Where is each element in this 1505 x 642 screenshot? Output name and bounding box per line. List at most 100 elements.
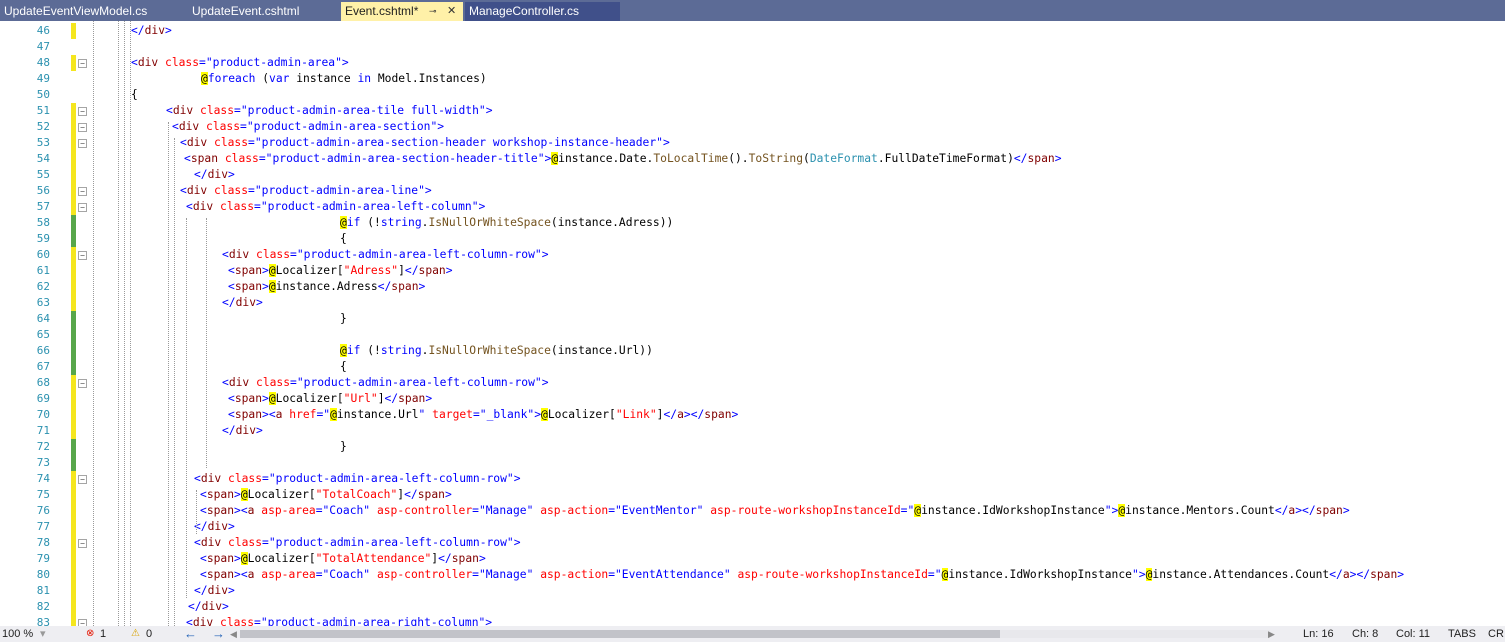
tab-updateevent[interactable]: UpdateEvent.cshtml	[188, 2, 338, 21]
code-line[interactable]: 48 − <div class="product-admin-area">	[0, 55, 1505, 71]
code-text[interactable]: {	[340, 231, 347, 247]
collapse-icon[interactable]: −	[78, 59, 87, 68]
scroll-left-icon[interactable]: ◀	[230, 626, 237, 642]
code-line[interactable]: 54 <span class="product-admin-area-sectio…	[0, 151, 1505, 167]
collapse-icon[interactable]: −	[78, 475, 87, 484]
code-line[interactable]: 72}	[0, 439, 1505, 455]
line-ending-indicator[interactable]: CR	[1488, 626, 1504, 642]
code-line[interactable]: 71 </div>	[0, 423, 1505, 439]
code-line[interactable]: 59 {	[0, 231, 1505, 247]
code-line[interactable]: 60 − <div class="product-admin-area-left-c…	[0, 247, 1505, 263]
code-editor[interactable]: 46 </div> 47 48− <div class="product-admin-a…	[0, 21, 1505, 626]
code-text[interactable]: </div>	[131, 23, 172, 39]
scroll-right-icon[interactable]: ▶	[1268, 626, 1275, 642]
code-line[interactable]: 55 </div>	[0, 167, 1505, 183]
code-line[interactable]: 74 − <div class="product-admin-area-left-c…	[0, 471, 1505, 487]
tabs-indicator[interactable]: TABS	[1448, 626, 1476, 642]
code-line[interactable]: 82 </div>	[0, 599, 1505, 615]
code-text[interactable]: <div class="product-admin-area-section-h…	[180, 135, 670, 151]
code-line[interactable]: 75 <span>@Localizer["TotalCoach"]</span>	[0, 487, 1505, 503]
zoom-dropdown-icon[interactable]: ▾	[40, 626, 46, 642]
collapse-icon[interactable]: −	[78, 539, 87, 548]
error-icon[interactable]: ⊗	[86, 626, 94, 642]
code-line[interactable]: 81 </div>	[0, 583, 1505, 599]
code-text[interactable]: </div>	[188, 599, 229, 615]
horizontal-scrollbar-thumb[interactable]	[240, 630, 1000, 638]
code-text[interactable]: </div>	[194, 583, 235, 599]
code-line[interactable]: 49 @foreach (var instance in Model.Instan…	[0, 71, 1505, 87]
code-line[interactable]: 67 {	[0, 359, 1505, 375]
navigate-forward-icon[interactable]: →	[212, 626, 225, 642]
code-text[interactable]: @if (!string.IsNullOrWhiteSpace(instance…	[340, 343, 653, 359]
code-text[interactable]: <span>@Localizer["TotalAttendance"]</spa…	[200, 551, 486, 567]
code-text[interactable]: @if (!string.IsNullOrWhiteSpace(instance…	[340, 215, 673, 231]
warning-count[interactable]: 0	[146, 626, 152, 642]
code-line[interactable]: 83 − <div class="product-admin-area-right-…	[0, 615, 1505, 626]
collapse-icon[interactable]: −	[78, 619, 87, 626]
code-line[interactable]: 53 − <div class="product-admin-area-sectio…	[0, 135, 1505, 151]
code-text[interactable]: {	[340, 359, 347, 375]
collapse-icon[interactable]: −	[78, 107, 87, 116]
code-text[interactable]: <span><a asp-area="Coach" asp-controller…	[200, 567, 1404, 583]
code-line[interactable]: 57 − <div class="product-admin-area-left-c…	[0, 199, 1505, 215]
collapse-icon[interactable]: −	[78, 379, 87, 388]
tab-managecontroller[interactable]: ManageController.cs	[465, 2, 620, 21]
collapse-icon[interactable]: −	[78, 251, 87, 260]
code-line[interactable]: 58 @if (!string.IsNullOrWhiteSpace(instan…	[0, 215, 1505, 231]
code-line[interactable]: 70 <span><a href="@instance.Url" target="…	[0, 407, 1505, 423]
code-line[interactable]: 52 − <div class="product-admin-area-sectio…	[0, 119, 1505, 135]
code-text[interactable]: {	[131, 87, 138, 103]
code-line[interactable]: 63 </div>	[0, 295, 1505, 311]
code-line[interactable]: 73	[0, 455, 1505, 471]
code-line[interactable]: 79 <span>@Localizer["TotalAttendance"]</s…	[0, 551, 1505, 567]
tab-event-cshtml[interactable]: Event.cshtml* ⊸ ✕	[341, 2, 463, 21]
error-count[interactable]: 1	[100, 626, 106, 642]
code-text[interactable]: <div class="product-admin-area-left-colu…	[186, 199, 485, 215]
code-line[interactable]: 51 − <div class="product-admin-area-tile f…	[0, 103, 1505, 119]
code-line[interactable]: 77 </div>	[0, 519, 1505, 535]
collapse-icon[interactable]: −	[78, 123, 87, 132]
code-line[interactable]: 50 {	[0, 87, 1505, 103]
code-text[interactable]: }	[340, 311, 347, 327]
code-text[interactable]: <div class="product-admin-area-left-colu…	[194, 535, 521, 551]
code-text[interactable]: </div>	[194, 519, 235, 535]
code-line[interactable]: 68 − <div class="product-admin-area-left-c…	[0, 375, 1505, 391]
code-line[interactable]: 64}	[0, 311, 1505, 327]
code-text[interactable]: <span>@Localizer["TotalCoach"]</span>	[200, 487, 452, 503]
code-text[interactable]: <span>@Localizer["Url"]</span>	[228, 391, 432, 407]
pin-icon[interactable]: ⊸	[429, 2, 437, 21]
code-line[interactable]: 78 − <div class="product-admin-area-left-c…	[0, 535, 1505, 551]
code-line[interactable]: 47	[0, 39, 1505, 55]
zoom-level[interactable]: 100 %	[2, 626, 33, 642]
collapse-icon[interactable]: −	[78, 187, 87, 196]
code-text[interactable]: @foreach (var instance in Model.Instance…	[201, 71, 487, 87]
code-line[interactable]: 80 <span><a asp-area="Coach" asp-controll…	[0, 567, 1505, 583]
code-line[interactable]: 69 <span>@Localizer["Url"]</span>	[0, 391, 1505, 407]
tab-updateeventviewmodel[interactable]: UpdateEventViewModel.cs	[0, 2, 186, 21]
code-line[interactable]: 46 </div>	[0, 23, 1505, 39]
code-text[interactable]: <div class="product-admin-area-left-colu…	[222, 375, 549, 391]
code-text[interactable]: <span>@instance.Adress</span>	[228, 279, 425, 295]
code-text[interactable]: <span><a asp-area="Coach" asp-controller…	[200, 503, 1350, 519]
code-text[interactable]: <div class="product-admin-area-left-colu…	[222, 247, 549, 263]
code-text[interactable]: <span class="product-admin-area-section-…	[184, 151, 1062, 167]
code-line[interactable]: 56 − <div class="product-admin-area-line">	[0, 183, 1505, 199]
code-line[interactable]: 65	[0, 327, 1505, 343]
code-text[interactable]: <div class="product-admin-area">	[131, 55, 349, 71]
navigate-back-icon[interactable]: ←	[184, 626, 197, 642]
code-text[interactable]: }	[340, 439, 347, 455]
code-text[interactable]: <div class="product-admin-area-section">	[172, 119, 444, 135]
code-text[interactable]: <div class="product-admin-area-left-colu…	[194, 471, 521, 487]
code-text[interactable]: <div class="product-admin-area-right-col…	[186, 615, 492, 626]
code-line[interactable]: 61 <span>@Localizer["Adress"]</span>	[0, 263, 1505, 279]
code-text[interactable]: </div>	[222, 295, 263, 311]
collapse-icon[interactable]: −	[78, 203, 87, 212]
code-text[interactable]: </div>	[222, 423, 263, 439]
close-icon[interactable]: ✕	[447, 2, 456, 21]
code-line[interactable]: 66 @if (!string.IsNullOrWhiteSpace(instan…	[0, 343, 1505, 359]
code-text[interactable]: <span><a href="@instance.Url" target="_b…	[228, 407, 738, 423]
collapse-icon[interactable]: −	[78, 139, 87, 148]
code-text[interactable]: <span>@Localizer["Adress"]</span>	[228, 263, 453, 279]
code-line[interactable]: 76 <span><a asp-area="Coach" asp-controll…	[0, 503, 1505, 519]
code-text[interactable]: <div class="product-admin-area-tile full…	[166, 103, 493, 119]
